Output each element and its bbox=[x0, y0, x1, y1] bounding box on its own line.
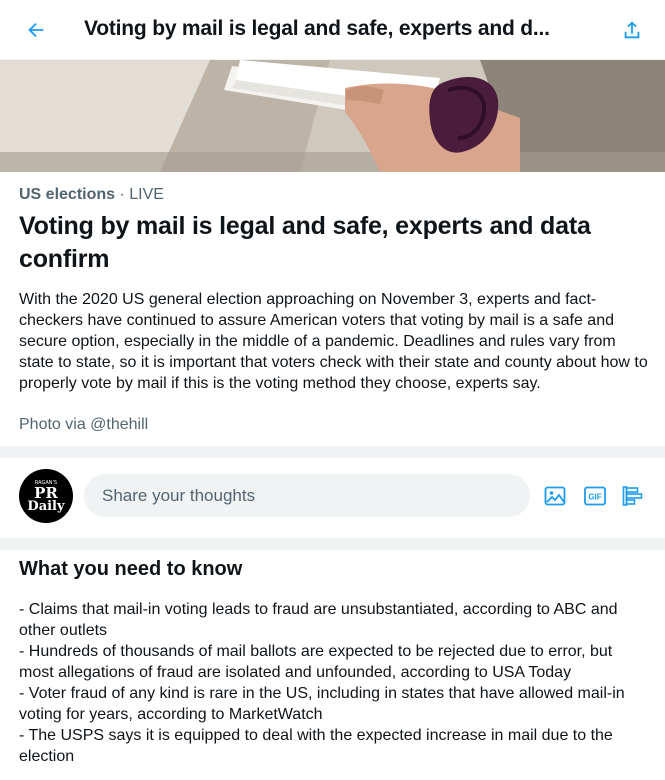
avatar-line2: Daily bbox=[27, 498, 65, 514]
story-headline: Voting by mail is legal and safe, expert… bbox=[19, 212, 591, 273]
need-to-know-list: - Claims that mail-in voting leads to fr… bbox=[19, 599, 651, 767]
image-button[interactable] bbox=[542, 483, 568, 509]
share-thoughts-input[interactable] bbox=[84, 474, 530, 517]
share-icon bbox=[624, 21, 640, 39]
hero-image bbox=[0, 60, 665, 172]
avatar[interactable]: RAGAN'S PR Daily bbox=[19, 469, 73, 523]
list-item: - Claims that mail-in voting leads to fr… bbox=[19, 601, 618, 639]
arrow-left-icon bbox=[28, 22, 44, 38]
list-item: - Voter fraud of any kind is rare in the… bbox=[19, 685, 625, 723]
need-to-know-title: What you need to know bbox=[19, 558, 243, 580]
page-title: Voting by mail is legal and safe, expert… bbox=[84, 17, 550, 40]
gif-button[interactable]: GIF bbox=[582, 483, 608, 509]
live-badge: LIVE bbox=[129, 186, 164, 203]
poll-button[interactable] bbox=[620, 483, 646, 509]
poll-icon bbox=[622, 486, 643, 506]
meta-separator: · bbox=[119, 186, 125, 203]
section-divider bbox=[0, 446, 665, 458]
list-item: - Hundreds of thousands of mail ballots … bbox=[19, 643, 613, 681]
reply-composer: RAGAN'S PR Daily GIF bbox=[0, 458, 665, 538]
list-item: - The USPS says it is equipped to deal w… bbox=[19, 727, 613, 765]
top-bar: Voting by mail is legal and safe, expert… bbox=[0, 0, 665, 60]
back-button[interactable] bbox=[20, 14, 52, 46]
avatar-line1: PR bbox=[34, 483, 58, 502]
mail-envelopes-illustration bbox=[0, 60, 665, 172]
image-icon bbox=[544, 486, 566, 506]
svg-text:GIF: GIF bbox=[588, 493, 601, 502]
story-summary: With the 2020 US general election approa… bbox=[19, 291, 648, 392]
section-divider bbox=[0, 538, 665, 550]
story-topic[interactable]: US elections bbox=[19, 186, 115, 203]
share-button[interactable] bbox=[616, 14, 648, 46]
photo-credit[interactable]: Photo via @thehill bbox=[19, 416, 148, 434]
story-meta: US elections · LIVE bbox=[19, 186, 164, 204]
gif-icon: GIF bbox=[584, 486, 606, 506]
